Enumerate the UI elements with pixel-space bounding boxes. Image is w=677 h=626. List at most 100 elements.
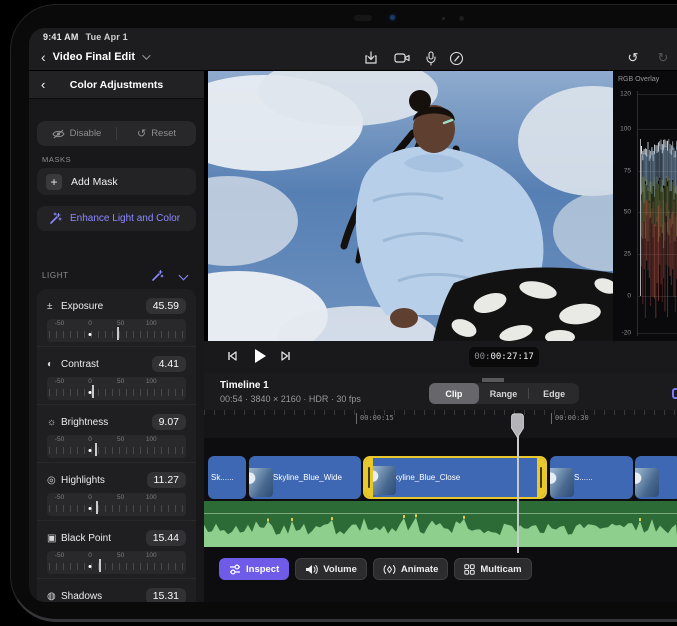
control-row-brightness: ☼ Brightness 9.07 -50050100 [37,405,196,463]
reset-label: Reset [151,128,176,139]
clip-label: Skyline_Blue_Wide [273,473,342,482]
clip-label: Sk...... [211,473,234,482]
light-controls-card: ± Exposure 45.59 -50050100 ◐ Contrast [37,289,196,602]
mode-edge[interactable]: Edge [529,383,579,404]
volume-button[interactable]: Volume [295,558,367,580]
top-chrome: 9:41 AMTue Apr 1 ‹ Video Final Edit [29,28,677,71]
next-frame-icon[interactable] [280,350,292,362]
audio-waveform [204,501,677,547]
exposure-value-field[interactable]: 45.59 [146,298,186,314]
rgb-overlay-scope: RGB Overlay 120 100 75 50 25 0 -20 [613,71,677,341]
timeline-panel: Timeline 1 00:54 · 3840 × 2160 · HDR · 3… [204,373,677,602]
redo-icon: ↻ [654,49,672,67]
clip-thumbnail [249,468,273,497]
contrast-value-field[interactable]: 4.41 [152,356,186,372]
light-collapse-chevron-icon[interactable] [179,271,189,281]
timeline-options-icon[interactable] [672,388,677,399]
timeline-title: Timeline 1 [220,380,269,391]
sliders-icon [229,564,241,575]
button-label: Multicam [480,564,521,575]
timeline-ruler[interactable]: 00:00:15 00:00:30 [204,410,677,438]
app-screen: 9:41 AMTue Apr 1 ‹ Video Final Edit [29,28,677,602]
reset-button[interactable]: ↺ Reset [117,127,196,140]
disable-label: Disable [70,128,102,139]
scope-waveform [613,71,677,341]
control-label: Shadows [61,591,146,602]
sensor-dot [442,17,445,20]
black-point-value-field[interactable]: 15.44 [146,530,186,546]
inspect-button[interactable]: Inspect [219,558,289,580]
magic-wand-icon [49,212,62,225]
animate-button[interactable]: Animate [373,558,448,580]
black-point-slider[interactable]: -50050100 [47,551,186,574]
timeline-header: Timeline 1 00:54 · 3840 × 2160 · HDR · 3… [204,373,677,410]
timecode-display[interactable]: 00:00:27:17 [469,347,539,367]
contrast-icon: ◐ [47,359,61,370]
light-section-label: LIGHT [42,271,151,280]
audio-track[interactable] [204,501,677,547]
ruler-label: 00:00:30 [551,413,589,424]
control-row-exposure: ± Exposure 45.59 -50050100 [37,289,196,347]
clip-skyline-blue-close[interactable]: Skyline_Blue_Close [363,456,547,499]
enhance-light-color-button[interactable]: Enhance Light and Color [37,206,196,231]
highlights-icon: ◎ [47,475,61,486]
playhead-handle[interactable] [511,413,524,444]
clip-partial-right[interactable] [635,456,677,499]
timeline-meta: 00:54 · 3840 × 2160 · HDR · 30 fps [220,394,361,404]
control-label: Brightness [61,417,152,428]
clip-skyline-blue-wide[interactable]: Skyline_Blue_Wide [249,456,361,499]
panel-back-icon[interactable]: ‹ [41,77,45,92]
contrast-slider[interactable]: -50050100 [47,377,186,400]
highlights-slider[interactable]: -50050100 [47,493,186,516]
sensor-dot [459,16,464,21]
clip-s-partial[interactable]: S...... [550,456,633,499]
control-row-contrast: ◐ Contrast 4.41 -50050100 [37,347,196,405]
timeline-toolbar: Inspect Volume Animate Multicam [219,558,532,581]
clip-skyline-partial-left[interactable]: Sk...... [208,456,246,499]
control-row-black-point: ▣ Black Point 15.44 -50050100 [37,521,196,579]
light-wand-icon[interactable] [151,269,164,282]
microphone-icon[interactable] [422,49,440,67]
trim-handle-right[interactable] [537,458,545,497]
highlights-value-field[interactable]: 11.27 [147,472,187,488]
edit-mode-control: Clip Range Edge [429,383,579,404]
play-icon[interactable] [251,347,269,365]
clip-label: Skyline_Blue_Close [389,473,460,482]
mode-clip[interactable]: Clip [429,383,479,404]
add-mask-button[interactable]: + Add Mask [37,168,196,195]
trim-handle-left[interactable] [365,458,373,497]
enhance-label: Enhance Light and Color [70,213,180,224]
button-label: Volume [323,564,357,575]
pencil-icon[interactable] [447,49,465,67]
ipad-frame: 9:41 AMTue Apr 1 ‹ Video Final Edit [10,4,677,622]
mode-range[interactable]: Range [479,383,529,404]
drag-handle[interactable] [482,378,504,382]
brightness-slider[interactable]: -50050100 [47,435,186,458]
speaker-icon [305,564,318,575]
keyframe-icon [383,564,396,575]
control-label: Contrast [61,359,152,370]
control-row-shadows: ◍ Shadows 15.31 -50050100 [37,579,196,602]
button-label: Inspect [246,564,279,575]
clip-thumbnail [635,468,659,497]
disable-button[interactable]: Disable [37,128,116,139]
status-time: 9:41 AM [43,32,79,42]
plus-icon: + [46,174,62,190]
black-point-icon: ▣ [47,533,61,544]
multicam-button[interactable]: Multicam [454,558,531,580]
brightness-icon: ☼ [47,417,61,428]
disable-reset-group: Disable ↺ Reset [37,121,196,146]
import-icon[interactable] [362,49,380,67]
brightness-value-field[interactable]: 9.07 [152,414,186,430]
video-preview[interactable] [208,71,613,341]
camera-icon[interactable] [393,49,411,67]
shadows-value-field[interactable]: 15.31 [146,588,186,602]
reset-icon: ↺ [137,127,146,140]
masks-section-label: MASKS [42,155,71,164]
playhead-line[interactable] [517,436,519,553]
exposure-slider[interactable]: -50050100 [47,319,186,342]
previous-frame-icon[interactable] [226,350,238,362]
undo-icon[interactable]: ↺ [624,49,642,67]
plus-minus-icon: ± [47,301,61,312]
control-row-highlights: ◎ Highlights 11.27 -50050100 [37,463,196,521]
